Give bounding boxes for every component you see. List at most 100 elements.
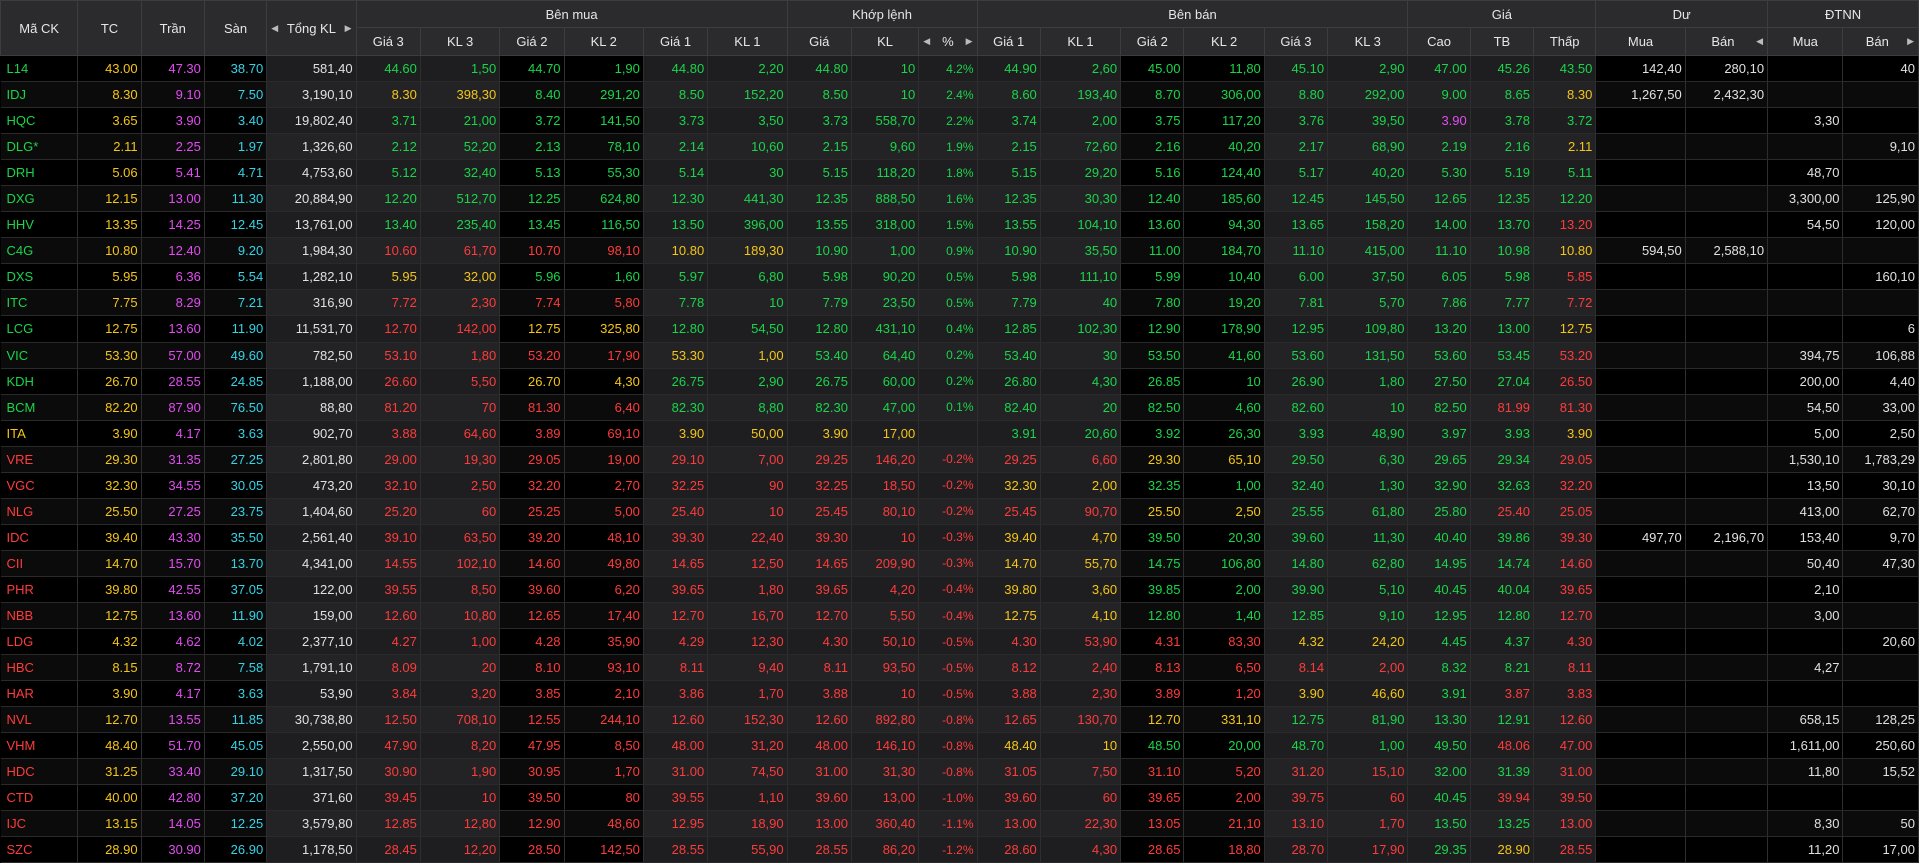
cell-symbol[interactable]: DRH [0, 159, 79, 187]
header-remain-sell[interactable]: Bán ◀ [1684, 27, 1769, 56]
table-row[interactable]: HQC 3.65 3.90 3.40 19,802,40 3.71 21,00 3.72 141… [0, 107, 1919, 135]
header-sell-vol3[interactable]: KL 3 [1327, 27, 1409, 56]
cell-symbol[interactable]: BCM [0, 394, 79, 421]
table-row[interactable]: DLG* 2.11 2.25 1.97 1,326,60 2.12 52,20 2.13 78,… [0, 133, 1919, 161]
header-buy-price3[interactable]: Giá 3 [355, 27, 421, 56]
header-low[interactable]: Thấp [1533, 27, 1597, 56]
cell-symbol[interactable]: IDJ [0, 81, 79, 109]
header-foreign-buy[interactable]: Mua [1767, 27, 1844, 56]
cell-symbol[interactable]: L14 [0, 55, 79, 83]
header-sell-vol1[interactable]: KL 1 [1039, 27, 1122, 56]
header-total-volume[interactable]: ◀ Tổng KL ▶ [266, 0, 357, 56]
header-sell-vol2[interactable]: KL 2 [1183, 27, 1265, 56]
cell-symbol[interactable]: LDG [0, 628, 79, 656]
table-row[interactable]: BCM 82.20 87.90 76.50 88,80 81.20 70 81.30 6,40 8… [0, 394, 1919, 421]
header-avg[interactable]: TB [1469, 27, 1535, 56]
table-row[interactable]: CII 14.70 15.70 13.70 4,341,00 14.55 102,10 14.… [0, 550, 1919, 577]
cell-symbol[interactable]: SZC [0, 836, 79, 863]
cell-low: 14.60 [1533, 550, 1597, 577]
header-sell-price2[interactable]: Giá 2 [1120, 27, 1185, 56]
header-buy-vol1[interactable]: KL 1 [707, 27, 788, 56]
cell-symbol[interactable]: HQC [0, 107, 79, 135]
cell-symbol[interactable]: VIC [0, 342, 79, 369]
cell-sell-vol3: 11,30 [1327, 524, 1409, 551]
header-floor[interactable]: Sàn [203, 0, 268, 56]
cell-symbol[interactable]: CII [0, 550, 79, 577]
cell-symbol[interactable]: IDC [0, 524, 79, 551]
table-row[interactable]: ITA 3.90 4.17 3.63 902,70 3.88 64,60 3.89 69,10 3… [0, 420, 1919, 447]
cell-symbol[interactable]: C4G [0, 237, 79, 265]
cell-symbol[interactable]: VHM [0, 732, 79, 760]
header-sell-price3[interactable]: Giá 3 [1263, 27, 1329, 56]
cell-symbol[interactable]: ITA [0, 420, 79, 447]
table-row[interactable]: IDJ 8.30 9.10 7.50 3,190,10 8.30 398,30 8.40 291… [0, 81, 1919, 109]
table-row[interactable]: NBB 12.75 13.60 11.90 159,00 12.60 10,80 12.65 1… [0, 602, 1919, 630]
table-row[interactable]: VHM 48.40 51.70 45.05 2,550,00 47.90 8,20 47.95… [0, 732, 1919, 760]
cell-symbol[interactable]: DLG* [0, 133, 79, 161]
table-row[interactable]: NLG 25.50 27.25 23.75 1,404,60 25.20 60 25.25 5,… [0, 498, 1919, 525]
caret-left-icon[interactable]: ◀ [1756, 36, 1763, 47]
header-sell-price1[interactable]: Giá 1 [976, 27, 1041, 56]
table-row[interactable]: SZC 28.90 30.90 26.90 1,178,50 28.45 12,20 28.5… [0, 836, 1919, 863]
header-match-price[interactable]: Giá [786, 27, 852, 56]
table-row[interactable]: VIC 53.30 57.00 49.60 782,50 53.10 1,80 53.20 17… [0, 342, 1919, 369]
header-buy-vol2[interactable]: KL 2 [563, 27, 644, 56]
caret-left-icon[interactable]: ◀ [271, 23, 278, 34]
cell-symbol[interactable]: NBB [0, 602, 79, 630]
header-foreign-sell[interactable]: Bán ▶ [1842, 27, 1919, 56]
table-row[interactable]: LCG 12.75 13.60 11.90 11,531,70 12.70 142,00 12… [0, 315, 1919, 343]
table-row[interactable]: ITC 7.75 8.29 7.21 316,90 7.72 2,30 7.74 5,80 7.7… [0, 289, 1919, 317]
table-row[interactable]: IDC 39.40 43.30 35.50 2,561,40 39.10 63,50 39.2… [0, 524, 1919, 551]
caret-right-icon[interactable]: ▶ [345, 23, 352, 34]
table-row[interactable]: DXG 12.15 13.00 11.30 20,884,90 12.20 512,70 12… [0, 185, 1919, 213]
table-row[interactable]: C4G 10.80 12.40 9.20 1,984,30 10.60 61,70 10.70… [0, 237, 1919, 265]
caret-right-icon[interactable]: ▶ [966, 36, 973, 47]
cell-symbol[interactable]: HHV [0, 211, 79, 239]
header-ceil[interactable]: Trần [140, 0, 205, 56]
table-row[interactable]: HAR 3.90 4.17 3.63 53,90 3.84 3,20 3.85 2,10 3.86… [0, 680, 1919, 708]
cell-symbol[interactable]: VGC [0, 472, 79, 499]
table-row[interactable]: PHR 39.80 42.55 37.05 122,00 39.55 8,50 39.60 6,… [0, 576, 1919, 603]
table-row[interactable]: KDH 26.70 28.55 24.85 1,188,00 26.60 5,50 26.70… [0, 368, 1919, 395]
table-row[interactable]: HHV 13.35 14.25 12.45 13,761,00 13.40 235,40 13… [0, 211, 1919, 239]
cell-symbol[interactable]: DXS [0, 263, 79, 291]
table-row[interactable]: NVL 12.70 13.55 11.85 30,738,80 12.50 708,10 12… [0, 706, 1919, 734]
cell-symbol[interactable]: NLG [0, 498, 79, 525]
table-row[interactable]: HDC 31.25 33.40 29.10 1,317,50 30.90 1,90 30.95… [0, 758, 1919, 786]
header-match-pct[interactable]: ◀% ▶ [918, 27, 978, 56]
cell-buy-vol2: 19,00 [564, 446, 644, 473]
cell-symbol[interactable]: HDC [0, 758, 79, 786]
header-buy-vol3[interactable]: KL 3 [419, 27, 501, 56]
table-row[interactable]: HBC 8.15 8.72 7.58 1,791,10 8.09 20 8.10 93,10 8.… [0, 654, 1919, 682]
table-row[interactable]: L14 43.00 47.30 38.70 581,40 44.60 1,50 44.70 1,… [0, 55, 1919, 83]
cell-sell-vol2: 5,20 [1183, 758, 1265, 786]
caret-left-icon[interactable]: ◀ [923, 36, 930, 47]
cell-symbol[interactable]: HAR [0, 680, 79, 708]
cell-symbol[interactable]: PHR [0, 576, 79, 603]
header-buy-price1[interactable]: Giá 1 [642, 27, 709, 56]
cell-symbol[interactable]: HBC [0, 654, 79, 682]
header-match-vol[interactable]: KL [850, 27, 920, 56]
header-ref[interactable]: TC [77, 0, 142, 56]
cell-symbol[interactable]: KDH [0, 368, 79, 395]
table-row[interactable]: DXS 5.95 6.36 5.54 1,282,10 5.95 32,00 5.96 1,60… [0, 263, 1919, 291]
cell-symbol[interactable]: IJC [0, 810, 79, 838]
cell-symbol[interactable]: DXG [0, 185, 79, 213]
cell-symbol[interactable]: NVL [0, 706, 79, 734]
header-symbol[interactable]: Mã CK [0, 0, 79, 56]
cell-symbol[interactable]: ITC [0, 289, 79, 317]
cell-symbol[interactable]: LCG [0, 315, 79, 343]
cell-sell-vol3: 60 [1327, 784, 1409, 812]
table-row[interactable]: CTD 40.00 42.80 37.20 371,60 39.45 10 39.50 80 39… [0, 784, 1919, 812]
cell-symbol[interactable]: VRE [0, 446, 79, 473]
table-row[interactable]: VGC 32.30 34.55 30.05 473,20 32.10 2,50 32.20 2,… [0, 472, 1919, 499]
table-row[interactable]: IJC 13.15 14.05 12.25 3,579,80 12.85 12,80 12.9… [0, 810, 1919, 838]
table-row[interactable]: VRE 29.30 31.35 27.25 2,801,80 29.00 19,30 29.0… [0, 446, 1919, 473]
caret-right-icon[interactable]: ▶ [1907, 36, 1914, 47]
cell-symbol[interactable]: CTD [0, 784, 79, 812]
table-row[interactable]: DRH 5.06 5.41 4.71 4,753,60 5.12 32,40 5.13 55,3… [0, 159, 1919, 187]
table-row[interactable]: LDG 4.32 4.62 4.02 2,377,10 4.27 1,00 4.28 35,90… [0, 628, 1919, 656]
header-high[interactable]: Cao [1407, 27, 1471, 56]
header-remain-buy[interactable]: Mua [1595, 27, 1686, 56]
header-buy-price2[interactable]: Giá 2 [499, 27, 565, 56]
